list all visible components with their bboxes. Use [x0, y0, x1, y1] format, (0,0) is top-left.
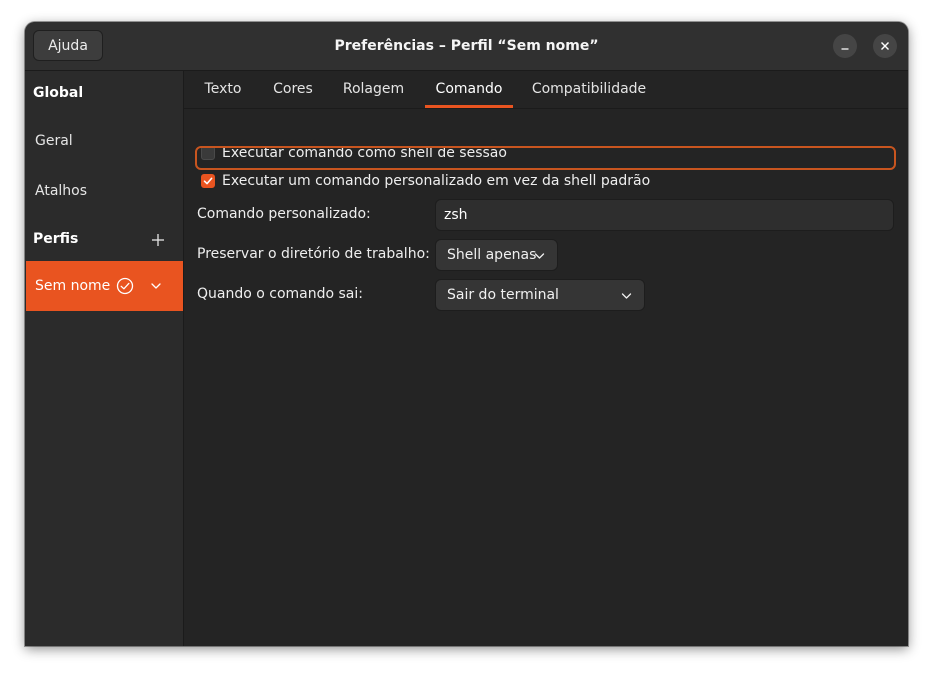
custom-command-checkbox-row[interactable]: Executar um comando personalizado em vez… [196, 170, 650, 192]
on-exit-value: Sair do terminal [447, 287, 559, 303]
sidebar-heading-global: Global [33, 85, 84, 101]
preserve-dir-label: Preservar o diretório de trabalho: [197, 246, 430, 262]
on-exit-dropdown[interactable]: Sair do terminal [435, 279, 645, 311]
minimize-icon [841, 48, 849, 50]
custom-command-label: Executar um comando personalizado em vez… [222, 173, 651, 189]
checkmark-icon [203, 177, 213, 185]
chevron-down-icon[interactable] [150, 280, 162, 292]
chevron-down-icon [621, 293, 632, 299]
sidebar-item-atalhos[interactable]: Atalhos [35, 183, 87, 199]
command-panel: Executar comando como shell de sessão Ex… [184, 109, 908, 646]
close-icon [881, 42, 889, 50]
preserve-dir-value: Shell apenas [447, 247, 537, 263]
window-title: Preferências – Perfil “Sem nome” [334, 38, 599, 54]
tab-bar: Texto Cores Rolagem Comando Compatibilid… [184, 71, 908, 109]
minimize-button[interactable] [833, 34, 857, 58]
tab-texto[interactable]: Texto [196, 71, 250, 108]
help-button[interactable]: Ajuda [33, 30, 103, 61]
focus-ring [195, 146, 896, 170]
custom-command-input[interactable]: zsh [435, 199, 894, 231]
tab-comando[interactable]: Comando [425, 71, 513, 108]
preferences-window: Ajuda Preferências – Perfil “Sem nome” G… [25, 22, 908, 646]
add-profile-button[interactable] [151, 233, 165, 247]
sidebar: Global Geral Atalhos Perfis Sem nome [25, 71, 184, 646]
custom-command-field-label: Comando personalizado: [197, 206, 371, 222]
sidebar-profile-sem-nome[interactable]: Sem nome [26, 261, 183, 311]
profile-label: Sem nome [35, 278, 111, 294]
tab-compatibilidade[interactable]: Compatibilidade [527, 71, 651, 108]
close-button[interactable] [873, 34, 897, 58]
preserve-dir-dropdown[interactable]: Shell apenas [435, 239, 558, 271]
tab-rolagem[interactable]: Rolagem [336, 71, 411, 108]
tab-cores[interactable]: Cores [264, 71, 322, 108]
title-bar: Ajuda Preferências – Perfil “Sem nome” [25, 22, 908, 71]
custom-command-checkbox[interactable] [201, 174, 215, 188]
sidebar-item-geral[interactable]: Geral [35, 133, 73, 149]
sidebar-heading-profiles: Perfis [33, 231, 79, 247]
check-circle-icon [116, 277, 134, 295]
on-exit-label: Quando o comando sai: [197, 286, 363, 302]
chevron-down-icon [534, 253, 545, 259]
